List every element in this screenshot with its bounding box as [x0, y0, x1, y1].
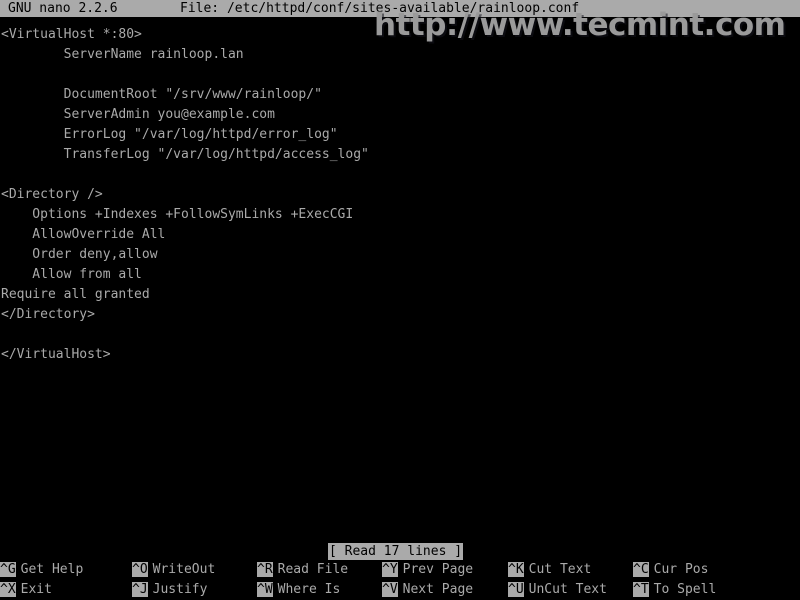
shortcut-key: ^V: [382, 582, 398, 597]
shortcut-key: ^J: [132, 582, 148, 597]
nano-title-bar: GNU nano 2.2.6 File: /etc/httpd/conf/sit…: [0, 0, 800, 17]
shortcut-label: Cut Text: [528, 562, 592, 577]
status-message: [ Read 17 lines ]: [328, 543, 464, 560]
editor-line: TransferLog "/var/log/httpd/access_log": [1, 147, 369, 162]
shortcut-label: Prev Page: [402, 562, 474, 577]
shortcut-next-page[interactable]: ^V Next Page: [382, 580, 473, 600]
shortcut-key: ^U: [508, 582, 524, 597]
editor-line: </VirtualHost>: [1, 347, 111, 362]
shortcut-key: ^K: [508, 562, 524, 577]
editor-line: DocumentRoot "/srv/www/rainloop/": [1, 87, 322, 102]
nano-version-label: GNU nano 2.2.6: [8, 1, 118, 16]
editor-line: <Directory />: [1, 187, 103, 202]
shortcut-label: Next Page: [402, 582, 474, 597]
shortcut-cut-text[interactable]: ^K Cut Text: [508, 560, 591, 580]
shortcut-key: ^W: [257, 582, 273, 597]
shortcut-label: Get Help: [20, 562, 84, 577]
nano-filename-label: File: /etc/httpd/conf/sites-available/ra…: [180, 1, 580, 16]
shortcut-writeout[interactable]: ^O WriteOut: [132, 560, 215, 580]
shortcut-cur-pos[interactable]: ^C Cur Pos: [633, 560, 708, 580]
shortcut-label: UnCut Text: [528, 582, 607, 597]
shortcut-label: WriteOut: [152, 562, 216, 577]
shortcut-exit[interactable]: ^X Exit: [0, 580, 52, 600]
shortcut-label: Where Is: [277, 582, 341, 597]
status-line: [ Read 17 lines ]: [0, 543, 800, 560]
editor-line: ServerAdmin you@example.com: [1, 107, 275, 122]
shortcut-key: ^C: [633, 562, 649, 577]
shortcut-key: ^Y: [382, 562, 398, 577]
editor-line: </Directory>: [1, 307, 95, 322]
shortcut-label: Cur Pos: [653, 562, 709, 577]
editor-line: ErrorLog "/var/log/httpd/error_log": [1, 127, 338, 142]
editor-line: Require all granted: [1, 287, 150, 302]
shortcut-label: To Spell: [653, 582, 717, 597]
shortcut-key: ^R: [257, 562, 273, 577]
shortcut-key: ^T: [633, 582, 649, 597]
shortcut-label: Exit: [20, 582, 52, 597]
shortcut-prev-page[interactable]: ^Y Prev Page: [382, 560, 473, 580]
shortcut-key: ^G: [0, 562, 16, 577]
shortcut-read-file[interactable]: ^R Read File: [257, 560, 348, 580]
shortcut-label: Justify: [152, 582, 208, 597]
editor-line: Allow from all: [1, 267, 142, 282]
shortcut-to-spell[interactable]: ^T To Spell: [633, 580, 716, 600]
shortcut-row: ^X Exit ^J Justify ^W Where Is ^V Next Page ^U Un…: [0, 580, 800, 600]
shortcut-uncut-text[interactable]: ^U UnCut Text: [508, 580, 607, 600]
terminal-screen: GNU nano 2.2.6 File: /etc/httpd/conf/sit…: [0, 0, 800, 600]
shortcut-label: Read File: [277, 562, 349, 577]
shortcut-key: ^O: [132, 562, 148, 577]
shortcut-row: ^G Get Help ^O WriteOut ^R Read File ^Y Prev Pa…: [0, 560, 800, 580]
editor-line: AllowOverride All: [1, 227, 166, 242]
editor-line: <VirtualHost *:80>: [1, 27, 142, 42]
shortcut-justify[interactable]: ^J Justify: [132, 580, 207, 600]
shortcut-key: ^X: [0, 582, 16, 597]
shortcut-get-help[interactable]: ^G Get Help: [0, 560, 83, 580]
editor-line: ServerName rainloop.lan: [1, 47, 244, 62]
shortcut-key-bar: ^G Get Help ^O WriteOut ^R Read File ^Y Prev Pa…: [0, 560, 800, 600]
shortcut-where-is[interactable]: ^W Where Is: [257, 580, 340, 600]
editor-line: Order deny,allow: [1, 247, 158, 262]
editor-text-area[interactable]: <VirtualHost *:80> ServerName rainloop.l…: [0, 25, 800, 535]
editor-line: Options +Indexes +FollowSymLinks +ExecCG…: [1, 207, 354, 222]
